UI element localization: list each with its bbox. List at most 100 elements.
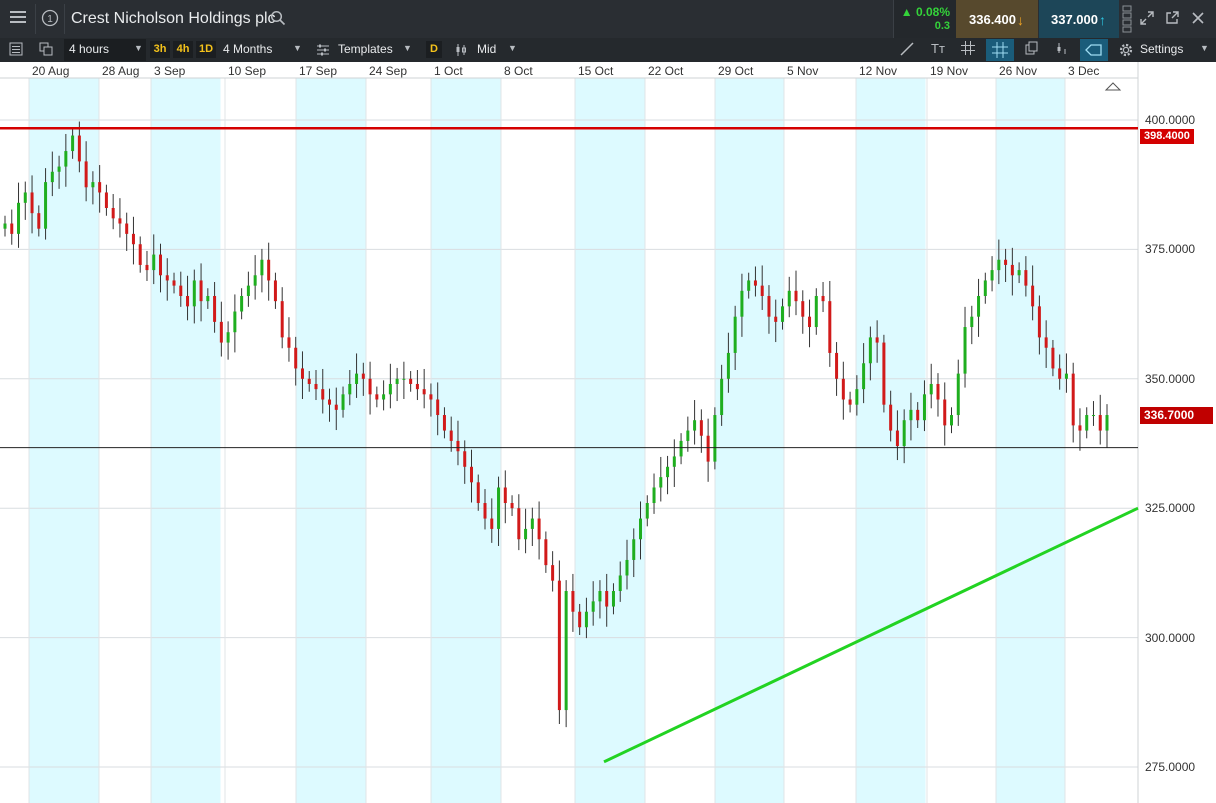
candle-down (483, 503, 487, 519)
interval-4h-button[interactable]: 4h (173, 41, 193, 58)
candle-up (862, 363, 866, 390)
candle-up (632, 539, 636, 560)
candle-up (950, 415, 954, 426)
candle-up (402, 378, 406, 380)
candle-down (841, 378, 845, 400)
interval-3h-button[interactable]: 3h (150, 41, 170, 58)
templates-label: Templates (338, 42, 393, 56)
candle-down (1078, 425, 1082, 431)
candle-down (767, 295, 771, 317)
candle-down (77, 135, 81, 162)
candle-down (1004, 259, 1008, 265)
templates-icon (316, 43, 330, 62)
layout-icon[interactable] (38, 42, 54, 58)
info-circle-icon[interactable]: 1 (40, 9, 60, 29)
candle-down (145, 264, 149, 271)
candle-down (30, 192, 34, 214)
candle-up (497, 487, 501, 529)
candle-up (780, 306, 784, 322)
candle-up (1064, 373, 1068, 379)
candle-down (422, 389, 426, 395)
chart-canvas[interactable] (0, 62, 1216, 803)
list-icon[interactable] (8, 42, 24, 58)
candle-down (449, 430, 453, 441)
candle-down (294, 347, 298, 369)
range-select[interactable]: 4 Months ▼ (218, 39, 306, 61)
candle-down (943, 399, 947, 426)
change-absolute: 0.3 (934, 20, 950, 32)
search-icon[interactable] (269, 10, 287, 28)
x-tick-label: 19 Nov (930, 64, 969, 78)
candle-down (10, 223, 14, 234)
expand-icon[interactable] (1138, 10, 1156, 28)
up-arrow-icon: ↑ (1099, 12, 1106, 28)
candle-down (300, 368, 304, 379)
x-tick-label: 3 Sep (154, 64, 186, 78)
interval-1d-button[interactable]: 1D (196, 41, 216, 58)
candle-down (321, 389, 325, 400)
crosshair-icon[interactable] (986, 39, 1014, 61)
buy-price-button[interactable]: 337.000 ↑ (1039, 0, 1119, 38)
scroll-home-icon[interactable] (1104, 82, 1122, 91)
text-tool-icon[interactable]: Tт (928, 41, 948, 59)
sell-price-button[interactable]: 336.400 ↓ (956, 0, 1038, 38)
candle-up (963, 327, 967, 374)
ladder-icon[interactable] (1121, 4, 1133, 34)
candle-down (361, 373, 365, 379)
grid-icon[interactable] (958, 41, 978, 59)
week-band (29, 78, 99, 803)
separator (35, 4, 36, 34)
candle-up (659, 477, 663, 488)
svg-text:1: 1 (47, 14, 53, 25)
candle-up (530, 518, 534, 529)
candle-down (199, 280, 203, 302)
candle-up (977, 295, 981, 317)
candle-up (91, 182, 95, 188)
hamburger-menu-icon[interactable] (8, 9, 28, 29)
indicator-icon[interactable] (1052, 41, 1072, 59)
candle-down (219, 321, 223, 343)
candle-down (875, 337, 879, 343)
popout-icon[interactable] (1163, 10, 1181, 28)
candle-up (639, 518, 643, 540)
tag-icon[interactable] (1080, 39, 1108, 61)
drawing-mode-button[interactable]: D (426, 41, 442, 58)
candle-down (104, 192, 108, 208)
price-type-select[interactable]: Mid ▼ (450, 39, 522, 61)
x-tick-label: 3 Dec (1068, 64, 1100, 78)
interval-select[interactable]: 4 hours ▼ (64, 39, 146, 61)
candle-down (537, 518, 541, 540)
candle-down (463, 451, 467, 467)
close-icon[interactable] (1189, 10, 1207, 28)
candle-up (57, 166, 61, 172)
settings-button[interactable]: Settings ▼ (1114, 39, 1212, 61)
templates-select[interactable]: Templates ▼ (310, 39, 418, 61)
copy-icon[interactable] (1022, 41, 1042, 59)
candle-down (490, 518, 494, 529)
sell-price: 336.400 (969, 12, 1016, 27)
price-chart[interactable] (0, 62, 1216, 803)
candle-up (395, 378, 399, 384)
x-tick-label: 22 Oct (648, 64, 684, 78)
line-tool-icon[interactable] (897, 41, 917, 59)
candle-down (760, 285, 764, 296)
change-percent: ▲ 0.08% (900, 5, 950, 19)
x-tick-label: 17 Sep (299, 64, 338, 78)
price-change-box: ▲ 0.08% 0.3 (893, 0, 956, 38)
range-value: 4 Months (223, 42, 273, 56)
candle-up (206, 295, 210, 302)
week-band (996, 78, 1066, 803)
interval-value: 4 hours (69, 42, 110, 56)
y-tick-label: 300.0000 (1145, 630, 1196, 645)
candle-down (706, 435, 710, 462)
candle-up (253, 275, 257, 286)
candle-up (1017, 270, 1021, 276)
candle-down (314, 383, 318, 390)
candle-down (280, 301, 284, 338)
candle-down (429, 394, 433, 400)
candle-up (997, 259, 1001, 271)
candle-down (551, 565, 555, 581)
candle-up (720, 378, 724, 416)
week-band (151, 78, 221, 803)
resistance-price-tag: 398.4000 (1140, 129, 1194, 144)
